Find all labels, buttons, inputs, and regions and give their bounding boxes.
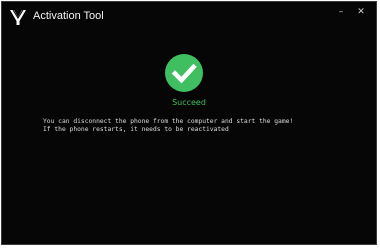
app-logo-icon [10, 9, 26, 25]
instruction-message: You can disconnect the phone from the co… [43, 118, 293, 134]
title-bar[interactable]: Activation Tool – ✕ [2, 2, 376, 32]
message-line: You can disconnect the phone from the co… [43, 118, 294, 125]
activation-window: Activation Tool – ✕ Succeed You can disc… [1, 1, 377, 245]
checkmark-circle-icon [165, 54, 203, 92]
status-text: Succeed [172, 98, 206, 107]
message-line: If the phone restarts, it needs to be re… [43, 126, 229, 133]
window-title: Activation Tool [33, 10, 104, 22]
minimize-button[interactable]: – [332, 4, 350, 20]
close-button[interactable]: ✕ [352, 4, 370, 20]
